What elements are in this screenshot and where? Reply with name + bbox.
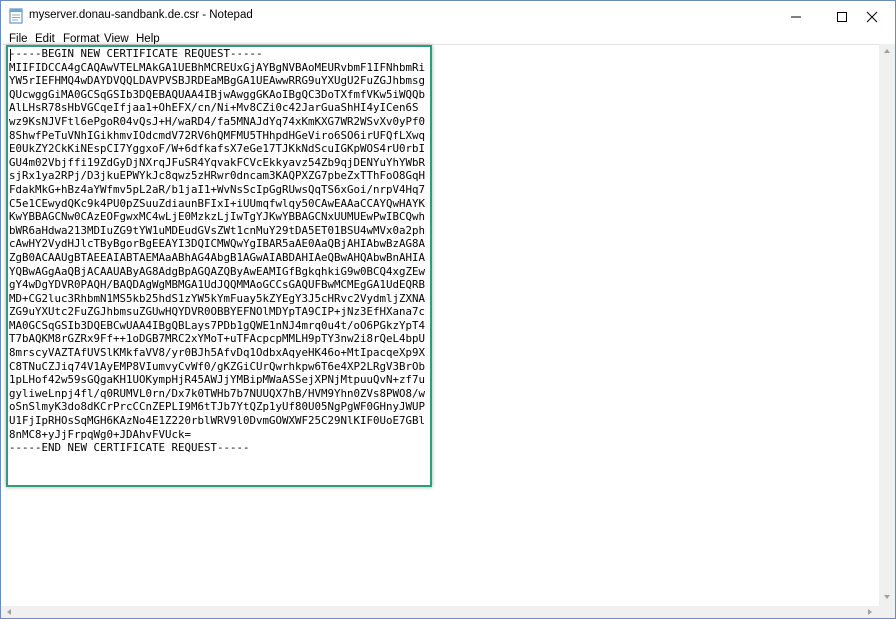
scroll-up-arrow-icon[interactable] <box>883 48 891 54</box>
maximize-icon <box>837 12 847 22</box>
title-bar[interactable]: myserver.donau-sandbank.de.csr - Notepad <box>1 1 895 31</box>
scroll-left-arrow-icon[interactable] <box>6 608 12 616</box>
close-icon <box>866 11 878 23</box>
notepad-icon <box>9 8 23 24</box>
vertical-scrollbar[interactable] <box>879 44 895 606</box>
window-title: myserver.donau-sandbank.de.csr - Notepad <box>29 9 253 21</box>
notepad-window: myserver.donau-sandbank.de.csr - Notepad… <box>0 0 896 619</box>
scroll-down-arrow-icon[interactable] <box>883 594 891 600</box>
text-editor-area[interactable]: -----BEGIN NEW CERTIFICATE REQUEST----- M… <box>3 44 879 607</box>
minimize-button[interactable] <box>773 1 819 31</box>
scrollbar-corner <box>879 606 895 618</box>
highlight-box <box>6 45 432 487</box>
minimize-icon <box>791 16 801 18</box>
horizontal-scrollbar[interactable] <box>1 606 879 618</box>
close-button[interactable] <box>849 1 895 31</box>
scroll-right-arrow-icon[interactable] <box>867 608 873 616</box>
